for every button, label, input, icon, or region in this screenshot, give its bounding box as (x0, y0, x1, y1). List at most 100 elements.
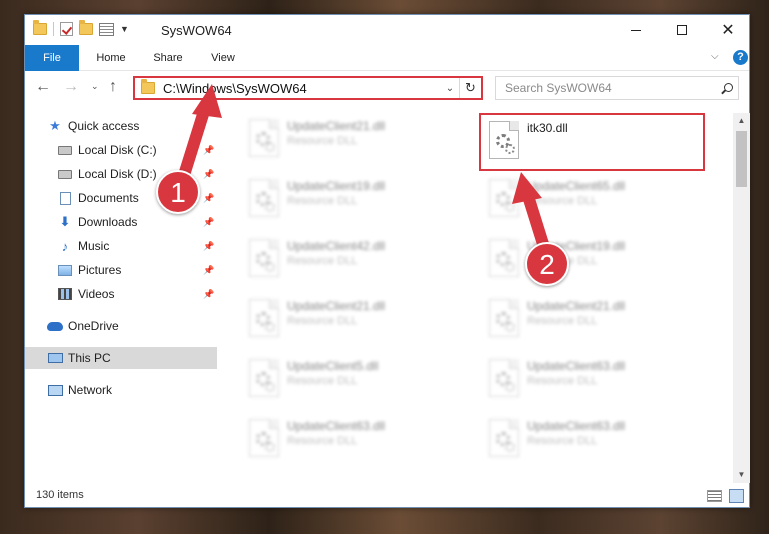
sidebar-item-label: Documents (78, 191, 139, 205)
file-type: Resource DLL (527, 315, 598, 327)
file-item[interactable]: UpdateClient5.dll Resource DLL (241, 353, 471, 409)
maximize-icon (677, 25, 687, 35)
minimize-button[interactable] (613, 15, 659, 45)
tab-share[interactable]: Share (143, 45, 193, 71)
file-item[interactable]: UpdateClient21.dll Resource DLL (241, 113, 471, 169)
file-name: UpdateClient21.dll (527, 299, 626, 313)
customize-toolbar-icon[interactable] (99, 22, 114, 36)
address-folder-icon (141, 79, 155, 94)
close-icon: ✕ (721, 22, 735, 39)
file-name: UpdateClient21.dll (287, 119, 386, 133)
file-item[interactable]: UpdateClient65.dll Resource DLL (481, 173, 711, 229)
sidebar-item-pictures[interactable]: Pictures 📌 (57, 259, 217, 281)
file-item[interactable]: UpdateClient63.dll Resource DLL (241, 413, 471, 469)
minimize-icon (631, 29, 641, 31)
sidebar-item-quick-access[interactable]: ★ Quick access (47, 115, 139, 137)
address-dropdown-icon[interactable]: ⌄ (441, 83, 459, 94)
file-item[interactable]: UpdateClient21.dll Resource DLL (481, 293, 711, 349)
sidebar-item-label: Music (78, 239, 110, 253)
sidebar-item-local-disk-c[interactable]: Local Disk (C:) 📌 (57, 139, 217, 161)
dll-file-icon (489, 179, 519, 217)
details-view-icon[interactable] (707, 490, 722, 502)
dll-file-icon (489, 359, 519, 397)
file-name: UpdateClient63.dll (527, 419, 626, 433)
help-icon[interactable]: ? (733, 50, 748, 65)
tab-home[interactable]: Home (83, 45, 139, 71)
dll-file-icon (249, 359, 279, 397)
dll-file-icon (249, 179, 279, 217)
address-bar[interactable]: C:\Windows\SysWOW64 ⌄ ↻ (133, 76, 483, 100)
file-type: Resource DLL (287, 135, 358, 147)
search-box[interactable]: Search SysWOW64 (495, 76, 739, 100)
properties-check-icon[interactable] (60, 22, 73, 36)
sidebar-item-this-pc[interactable]: This PC (25, 347, 217, 369)
pin-icon[interactable]: 📌 (203, 193, 214, 204)
vertical-scrollbar[interactable]: ▲ ▼ (733, 113, 750, 483)
file-item[interactable]: UpdateClient21.dll Resource DLL (241, 293, 471, 349)
file-type: Resource DLL (287, 255, 358, 267)
file-type: Resource DLL (287, 315, 358, 327)
close-button[interactable]: ✕ (705, 15, 751, 45)
pictures-icon (57, 263, 73, 277)
file-name: UpdateClient21.dll (287, 299, 386, 313)
address-path[interactable]: C:\Windows\SysWOW64 (163, 81, 441, 96)
scrollbar-thumb[interactable] (736, 131, 747, 187)
downloads-icon: ⬇ (59, 214, 71, 229)
file-name: UpdateClient63.dll (527, 359, 626, 373)
file-name: UpdateClient19.dll (287, 179, 386, 193)
videos-icon (57, 287, 73, 301)
file-type: Resource DLL (287, 195, 358, 207)
scroll-up-arrow-icon[interactable]: ▲ (733, 113, 750, 129)
ribbon-tabs: File Home Share View ⌵ ? (25, 45, 749, 71)
explorer-window: ▼ SysWOW64 ✕ File Home Share View ⌵ ? ← … (24, 14, 750, 508)
dll-file-icon (489, 419, 519, 457)
file-item[interactable]: UpdateClient19.dll Resource DLL (481, 233, 711, 289)
back-arrow-icon[interactable]: ← (35, 78, 51, 96)
new-folder-icon[interactable] (79, 20, 93, 35)
dll-file-icon (249, 299, 279, 337)
file-name: UpdateClient5.dll (287, 359, 379, 373)
dll-file-icon (489, 299, 519, 337)
step-1-badge: 1 (156, 170, 200, 214)
pin-icon[interactable]: 📌 (203, 265, 214, 276)
sidebar-item-label: This PC (68, 351, 111, 365)
pin-icon[interactable]: 📌 (203, 289, 214, 300)
scroll-down-arrow-icon[interactable]: ▼ (733, 467, 750, 483)
tab-file[interactable]: File (25, 45, 79, 71)
sidebar-item-label: Downloads (78, 215, 138, 229)
window-title: SysWOW64 (161, 23, 232, 38)
star-icon: ★ (49, 118, 61, 133)
pin-icon[interactable]: 📌 (203, 145, 214, 156)
maximize-button[interactable] (659, 15, 705, 45)
forward-arrow-icon[interactable]: → (63, 78, 79, 96)
up-arrow-icon[interactable]: ↑ (109, 78, 117, 96)
sidebar-item-label: Videos (78, 287, 115, 301)
sidebar-item-network[interactable]: Network (47, 379, 112, 401)
recent-locations-chevron-icon[interactable]: ⌄ (91, 81, 99, 92)
file-item[interactable]: UpdateClient42.dll Resource DLL (241, 233, 471, 289)
tab-view[interactable]: View (199, 45, 247, 71)
sidebar-item-label: Local Disk (C:) (78, 143, 157, 157)
file-type: Resource DLL (287, 375, 358, 387)
pin-icon[interactable]: 📌 (203, 241, 214, 252)
large-icons-view-icon[interactable] (729, 489, 744, 503)
toolbar-dropdown-icon[interactable]: ▼ (120, 24, 129, 34)
file-item[interactable]: UpdateClient63.dll Resource DLL (481, 353, 711, 409)
sidebar-item-videos[interactable]: Videos 📌 (57, 283, 217, 305)
pin-icon[interactable]: 📌 (203, 169, 214, 180)
search-icon[interactable] (718, 81, 738, 95)
refresh-icon[interactable]: ↻ (459, 78, 481, 98)
quick-access-toolbar: ▼ (33, 20, 129, 36)
file-item[interactable]: UpdateClient63.dll Resource DLL (481, 413, 711, 469)
expand-ribbon-chevron-icon[interactable]: ⌵ (711, 51, 719, 62)
sidebar-item-music[interactable]: ♪ Music 📌 (57, 235, 217, 257)
dll-file-icon (489, 239, 519, 277)
step-2-badge: 2 (525, 242, 569, 286)
pin-icon[interactable]: 📌 (203, 217, 214, 228)
file-type: Resource DLL (527, 375, 598, 387)
search-input[interactable]: Search SysWOW64 (505, 81, 718, 95)
sidebar-item-downloads[interactable]: ⬇ Downloads 📌 (57, 211, 217, 233)
file-type: Resource DLL (527, 195, 598, 207)
sidebar-item-onedrive[interactable]: OneDrive (47, 315, 119, 337)
file-item[interactable]: UpdateClient19.dll Resource DLL (241, 173, 471, 229)
